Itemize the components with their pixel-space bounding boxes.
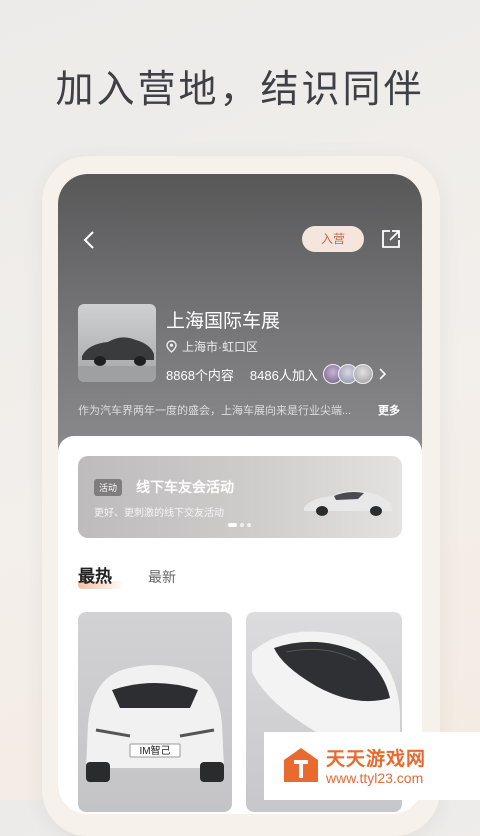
banner-title: 线下车友会活动 <box>136 479 234 495</box>
chevron-left-icon[interactable] <box>80 229 100 251</box>
license-plate: IM智己 <box>139 744 170 757</box>
camp-name: 上海国际车展 <box>166 311 281 332</box>
watermark-title: 天天游戏网 <box>326 749 427 770</box>
location-text: 上海市·虹口区 <box>182 340 258 354</box>
pagination-dot <box>247 523 251 527</box>
content-count: 8868个内容 <box>166 367 234 383</box>
camp-cover-image <box>78 304 156 382</box>
camp-location: 上海市·虹口区 <box>166 338 258 355</box>
camp-stats[interactable]: 8868个内容 8486人加入 <box>166 364 386 384</box>
location-pin-icon <box>166 340 177 353</box>
share-icon[interactable] <box>380 228 402 250</box>
app-screen: 入营 上海国际车展 上海市·虹口区 8868个内容 8486人加入 作为汽车界两… <box>58 174 422 814</box>
watermark-logo-icon <box>284 748 318 782</box>
feed-tabs: 最热 最新 <box>78 562 176 589</box>
camp-description: 作为汽车界两年一度的盛会，上海车展向来是行业尖端... <box>78 405 352 417</box>
tab-hot-label: 最热 <box>78 567 112 586</box>
chevron-right-icon[interactable] <box>378 368 386 380</box>
event-banner[interactable]: 活动 线下车友会活动 更好、更刺激的线下交友活动 <box>78 456 402 538</box>
watermark-url: www.ttyl23.com <box>326 770 424 786</box>
banner-pagination <box>228 523 254 527</box>
pagination-dot <box>228 523 237 527</box>
member-count: 8486人加入 <box>249 367 318 383</box>
member-avatars[interactable] <box>322 364 373 384</box>
tab-new[interactable]: 最新 <box>148 567 176 587</box>
camp-header: 入营 上海国际车展 上海市·虹口区 8868个内容 8486人加入 作为汽车界两… <box>58 174 422 464</box>
banner-tag: 活动 <box>94 479 123 496</box>
page-headline: 加入营地，结识同伴 <box>55 69 425 111</box>
tab-hot[interactable]: 最热 <box>78 562 122 589</box>
banner-subtitle: 更好、更刺激的线下交友活动 <box>94 508 224 519</box>
car-front-image: IM智己 <box>86 665 224 782</box>
site-watermark: 天天游戏网 www.ttyl23.com <box>264 732 480 800</box>
join-button[interactable]: 入营 <box>302 226 364 252</box>
banner-car-image <box>304 490 392 516</box>
post-card[interactable]: IM智己 <box>78 612 232 812</box>
more-link[interactable]: 更多 <box>378 402 400 418</box>
pagination-dot <box>240 523 244 527</box>
avatar <box>352 364 373 384</box>
